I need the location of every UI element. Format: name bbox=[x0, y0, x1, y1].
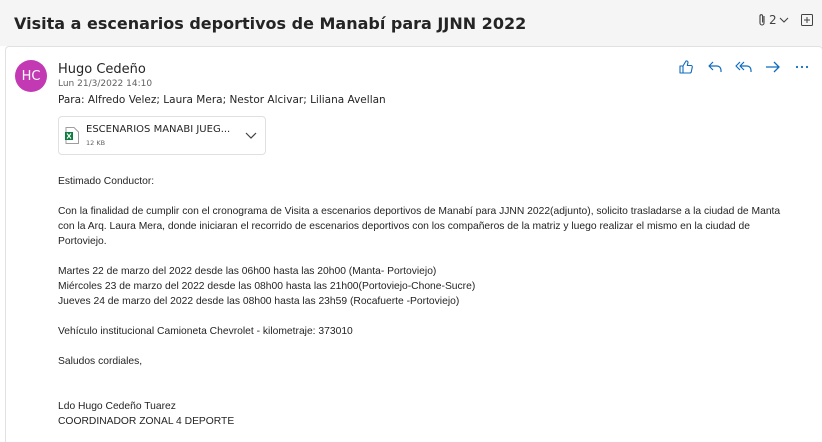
avatar: HC bbox=[15, 60, 47, 92]
body-paragraph: Con la finalidad de cumplir con el crono… bbox=[58, 206, 781, 247]
recipients: Para: Alfredo Velez; Laura Mera; Nestor … bbox=[58, 94, 386, 106]
thumbs-up-icon bbox=[678, 60, 693, 74]
attachment-size: 12 KB bbox=[86, 139, 106, 147]
email-subject: Visita a escenarios deportivos de Manabí… bbox=[14, 14, 527, 33]
message-actions bbox=[674, 58, 813, 76]
excel-file-icon bbox=[65, 127, 79, 144]
reply-all-button[interactable] bbox=[732, 58, 755, 76]
signature-name: Ldo Hugo Cedeño Tuarez bbox=[58, 401, 176, 412]
reply-icon bbox=[707, 61, 722, 72]
greeting: Estimado Conductor: bbox=[58, 176, 155, 187]
chevron-down-icon[interactable] bbox=[245, 130, 257, 140]
subject-bar: Visita a escenarios deportivos de Manabí… bbox=[0, 0, 822, 46]
schedule-item: Martes 22 de marzo del 2022 desde las 06… bbox=[58, 266, 437, 277]
schedule-item: Jueves 24 de marzo del 2022 desde las 08… bbox=[58, 296, 460, 307]
more-actions-button[interactable] bbox=[790, 58, 813, 76]
reply-button[interactable] bbox=[703, 58, 726, 76]
attachment-name: ESCENARIOS MANABI JUEG... bbox=[86, 124, 231, 135]
attachment-count: 2 bbox=[769, 13, 777, 27]
attachment-count-button[interactable]: 2 bbox=[757, 13, 789, 27]
message-date: Lun 21/3/2022 14:10 bbox=[58, 79, 153, 89]
attachment-card[interactable]: ESCENARIOS MANABI JUEG... 12 KB bbox=[58, 116, 266, 155]
schedule-item: Miércoles 23 de marzo del 2022 desde las… bbox=[58, 281, 476, 292]
sender-name[interactable]: Hugo Cedeño bbox=[58, 62, 146, 77]
closing: Saludos cordiales, bbox=[58, 356, 143, 367]
signature-title: COORDINADOR ZONAL 4 DEPORTE bbox=[58, 416, 235, 427]
paperclip-icon bbox=[759, 14, 765, 26]
message-body: Estimado Conductor: Con la finalidad de … bbox=[58, 174, 798, 429]
forward-button[interactable] bbox=[761, 58, 784, 76]
like-button[interactable] bbox=[674, 58, 697, 76]
more-horizontal-icon bbox=[795, 65, 808, 69]
reply-all-icon bbox=[734, 61, 752, 72]
open-in-new-window-icon[interactable] bbox=[801, 14, 813, 26]
chevron-down-icon bbox=[779, 17, 789, 23]
forward-arrow-icon bbox=[765, 61, 780, 73]
vehicle-info: Vehículo institucional Camioneta Chevrol… bbox=[58, 326, 353, 337]
